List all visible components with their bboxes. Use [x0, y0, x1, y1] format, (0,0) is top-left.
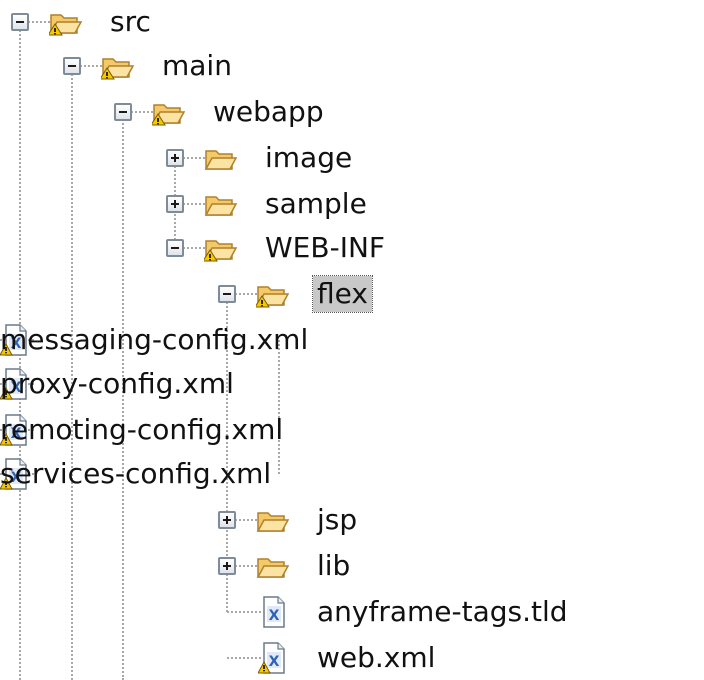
tree-node-label: lib: [317, 549, 351, 582]
tree-node-label: flex: [312, 275, 373, 313]
folder-icon: [256, 551, 290, 581]
tree-node-lib[interactable]: lib: [0, 546, 704, 586]
tree-node-label: sample: [265, 187, 367, 220]
tree-node-src[interactable]: src: [0, 2, 704, 42]
folder-warning-icon: [101, 51, 135, 81]
expand-toggle-icon[interactable]: [218, 557, 236, 575]
tree-node-label: remoting-config.xml: [0, 413, 284, 446]
tree-node-label: messaging-config.xml: [0, 323, 309, 356]
tree-node-jsp[interactable]: jsp: [0, 500, 704, 540]
xml-file-warning-icon: X: [258, 641, 288, 675]
tree-node-remoting-config-xml[interactable]: Xremoting-config.xml: [0, 410, 704, 450]
tree-node-messaging-config-xml[interactable]: Xmessaging-config.xml: [0, 320, 704, 360]
svg-text:X: X: [269, 654, 280, 670]
folder-warning-icon: [256, 279, 290, 309]
tree-node-web-inf[interactable]: WEB-INF: [0, 228, 704, 268]
tree-node-label: src: [110, 5, 151, 38]
xml-file-icon: X: [258, 595, 288, 629]
folder-icon: [204, 189, 238, 219]
collapse-toggle-icon[interactable]: [114, 103, 132, 121]
folder-icon: [256, 505, 290, 535]
tree-node-main[interactable]: main: [0, 46, 704, 86]
expand-toggle-icon[interactable]: [166, 149, 184, 167]
tree-node-label: WEB-INF: [265, 231, 385, 264]
tree-node-anyframe-tags-tld[interactable]: Xanyframe-tags.tld: [0, 592, 704, 632]
svg-text:X: X: [269, 608, 280, 624]
tree-node-image[interactable]: image: [0, 138, 704, 178]
tree-node-sample[interactable]: sample: [0, 184, 704, 224]
tree-node-label: jsp: [317, 503, 358, 536]
folder-warning-icon: [49, 7, 83, 37]
collapse-toggle-icon[interactable]: [11, 13, 29, 31]
expand-toggle-icon[interactable]: [166, 195, 184, 213]
tree-node-web-xml[interactable]: Xweb.xml: [0, 638, 704, 678]
tree-node-services-config-xml[interactable]: Xservices-config.xml: [0, 454, 704, 494]
tree-node-webapp[interactable]: webapp: [0, 92, 704, 132]
tree-node-label: proxy-config.xml: [0, 367, 234, 400]
folder-warning-icon: [204, 233, 238, 263]
tree-node-label: services-config.xml: [0, 457, 272, 490]
tree-node-label: anyframe-tags.tld: [317, 595, 568, 628]
project-explorer-tree: src main webapp image sample WEB-INF flex Xmess…: [0, 0, 704, 680]
folder-warning-icon: [152, 97, 186, 127]
tree-node-label: web.xml: [317, 641, 436, 674]
folder-icon: [204, 143, 238, 173]
tree-node-label: webapp: [213, 95, 324, 128]
collapse-toggle-icon[interactable]: [63, 57, 81, 75]
expand-toggle-icon[interactable]: [218, 511, 236, 529]
collapse-toggle-icon[interactable]: [166, 239, 184, 257]
tree-node-label: image: [265, 141, 353, 174]
collapse-toggle-icon[interactable]: [218, 285, 236, 303]
tree-node-proxy-config-xml[interactable]: Xproxy-config.xml: [0, 364, 704, 404]
tree-node-label: main: [162, 49, 232, 82]
tree-node-flex[interactable]: flex: [0, 274, 704, 314]
